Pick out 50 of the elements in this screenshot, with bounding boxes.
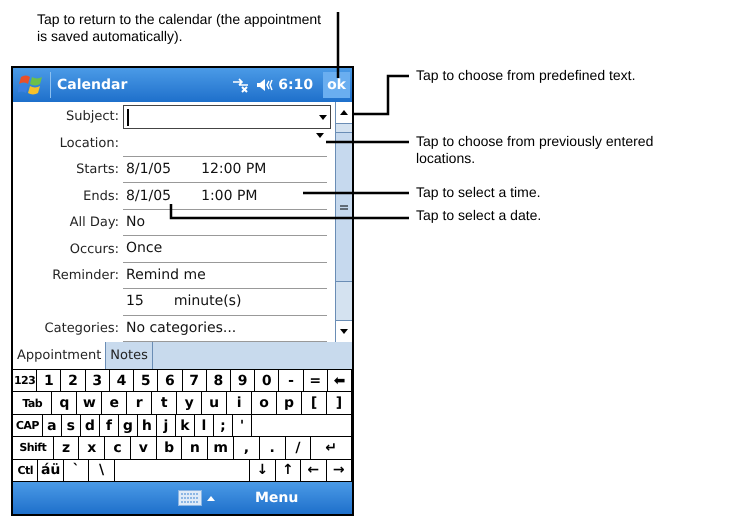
callout-text: Tap to choose from predefined text. [416,67,636,84]
scroll-up-button[interactable] [336,102,352,124]
scroll-down-button[interactable] [336,320,352,342]
menu-button[interactable]: Menu [255,488,298,508]
callout-text: Tap to return to the calendar (the appointment is saved automatically). [37,11,322,45]
subject-field[interactable] [123,105,331,130]
scroll-thumb[interactable] [336,132,352,282]
callout-text: Tap to select a time. [416,184,542,201]
value-field[interactable]: 8/1/05 12:00 PM [123,156,327,184]
keyboard-key[interactable]: 123 [13,370,38,392]
location-field[interactable] [123,130,327,157]
scrollbar[interactable] [335,102,352,342]
field-value[interactable]: 12:00 PM [201,159,266,180]
field-value[interactable]: 1:00 PM [201,186,258,207]
field-value[interactable]: 15 [126,291,144,312]
field-value[interactable]: 8/1/05 [126,186,172,207]
callout-text: Tap to select a date. [416,207,542,224]
value-field[interactable]: Remind me [123,262,327,290]
connectivity-icon[interactable] [232,77,250,93]
field-label: Ends: [83,188,119,204]
field-value[interactable]: Once [126,238,162,260]
up-arrow-icon [340,110,348,115]
down-arrow-icon [340,329,348,334]
field-value[interactable]: 8/1/05 [126,159,172,180]
field-value[interactable]: No categories... [126,318,236,339]
dropdown-arrow-icon[interactable] [319,114,327,120]
field-label: Categories: [44,320,119,336]
tab[interactable]: Appointment [13,342,106,369]
clock-time[interactable]: 6:10 [278,74,314,96]
field-label: Reminder: [52,268,119,284]
value-field[interactable]: Once [123,236,327,263]
grip-icon [340,204,348,210]
callout-text: Tap to choose from previously entered locations. [416,133,654,167]
field-value[interactable]: No [126,212,146,233]
field-label: All Day: [70,215,119,230]
value-field[interactable]: No [123,210,327,236]
field-label: Starts: [76,162,119,178]
field-label: Occurs: [70,242,119,257]
keyboard-key[interactable]: CAP [13,414,43,436]
value-field[interactable]: 15 minute(s) [123,289,327,316]
field-value[interactable]: minute(s) [174,291,242,312]
value-field[interactable]: 8/1/05 1:00 PM [123,183,327,210]
dropdown-arrow-icon[interactable] [316,133,324,138]
field-label: Location: [60,136,119,151]
field-label: Subject: [66,109,119,124]
caret-icon[interactable] [207,496,215,500]
field-value[interactable]: Remind me [126,264,206,286]
speaker-icon[interactable] [256,77,274,93]
start-flag-icon[interactable] [18,73,44,97]
window-title: Calendar [57,76,128,94]
